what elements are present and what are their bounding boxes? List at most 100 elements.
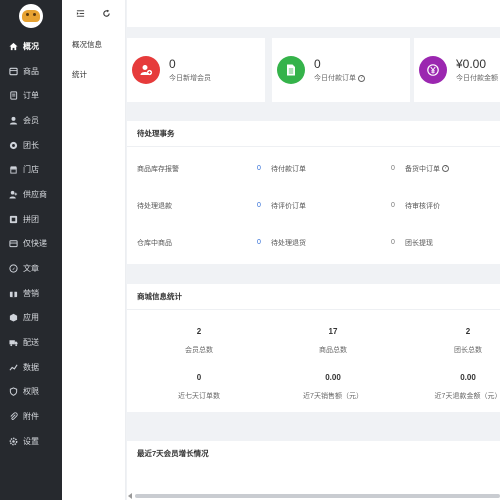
stat-label: 今日付款订单 [314,75,356,82]
stat-value: 0 [169,57,176,71]
pending-label: 备货中订单 [405,165,440,173]
top-bar [127,0,500,27]
attachment-icon [9,412,18,421]
sidebar-item-goods[interactable]: 商品 [0,59,62,84]
sidebar-item-label: 供应商 [23,189,47,199]
groupbuy-icon [9,215,18,224]
marketing-icon [9,289,18,298]
add-user-icon [132,56,160,84]
pending-item-stocking[interactable]: 备货中订单? [405,150,449,187]
order-icon [9,91,18,100]
pending-label[interactable]: 待审核评价 [405,187,440,224]
pending-label[interactable]: 商品库存报警 [137,150,179,187]
pending-label[interactable]: 团长提现 [405,224,433,261]
sidebar-item-delivery[interactable]: 配送 [0,330,62,355]
express-icon [9,239,18,248]
stat-value: 0 [314,57,321,71]
sidebar-nav: 概况 商品 订单 会员 团长 门店 供应商 拼团 仅快递 文章 营销 应用 配送… [0,34,62,454]
sidebar-item-overview[interactable]: 概况 [0,34,62,59]
pending-label[interactable]: 待评价订单 [271,187,306,224]
permission-icon [9,387,18,397]
sidebar-item-groupbuy[interactable]: 拼团 [0,207,62,232]
stat-label: 会员总数 [185,347,213,354]
sidebar-item-permissions[interactable]: 权限 [0,380,62,405]
help-icon[interactable]: ? [442,165,449,172]
stat-value: 2 [196,327,202,336]
sidebar-item-label: 配送 [23,338,39,348]
stat-label: 商品总数 [319,347,347,354]
sidebar-item-label: 文章 [23,264,39,274]
sidebar-item-label: 权限 [23,387,39,397]
pending-count[interactable]: 0 [257,150,261,187]
supplier-icon [9,190,18,199]
summary-cards: 0 今日新增会员 0 今日付款订单? ¥0.00 今日付款金额 [127,38,500,102]
logo-area [0,0,62,32]
sidebar-item-settings[interactable]: 设置 [0,429,62,454]
pending-label[interactable]: 仓库中商品 [137,224,172,261]
stat-label: 近七天订单数 [178,393,220,400]
subnav-statistics[interactable]: 统计 [62,67,125,83]
stat-label: 今日付款金额 [456,75,498,82]
yen-icon [419,56,447,84]
collapse-menu-icon[interactable] [75,9,85,19]
shop-logo[interactable] [19,4,43,28]
sidebar-item-leaders[interactable]: 团长 [0,133,62,158]
stat-value: 0.00 [325,373,341,382]
pending-tasks-panel: 待处理事务 商品库存报警 0 待付款订单 0 备货中订单? 待处理退款 0 待评… [127,121,500,264]
today-paid-orders-card[interactable]: 0 今日付款订单? [272,38,410,102]
stat-7day-orders: 0 近七天订单数 [139,373,259,401]
sidebar-item-marketing[interactable]: 营销 [0,281,62,306]
panel-title: 最近7天会员增长情况 [137,449,209,458]
stat-7day-sales: 0.00 近7天销售额（元） [273,373,393,401]
home-icon [9,42,18,51]
stat-value: ¥0.00 [456,57,487,71]
store-icon [9,165,18,174]
pending-count[interactable]: 0 [391,150,395,187]
stat-value: 0.00 [460,373,476,382]
main-content: 0 今日新增会员 0 今日付款订单? ¥0.00 今日付款金额 待处理事务 商品… [127,0,500,500]
pending-count[interactable]: 0 [391,224,395,261]
sidebar-item-stores[interactable]: 门店 [0,157,62,182]
pending-label[interactable]: 待处理退货 [271,224,306,261]
stat-label: 今日新增会员 [169,75,211,82]
document-icon [277,56,305,84]
sub-sidebar: 概况信息 统计 [62,0,126,500]
main-sidebar: 概况 商品 订单 会员 团长 门店 供应商 拼团 仅快递 文章 营销 应用 配送… [0,0,62,500]
pending-label[interactable]: 待处理退款 [137,187,172,224]
pending-count[interactable]: 0 [257,224,261,261]
today-new-members-card[interactable]: 0 今日新增会员 [127,38,265,102]
stat-7day-refunds: 0.00 近7天退款金额（元） [408,373,500,401]
stat-label: 近7天销售额（元） [303,393,363,400]
sidebar-item-label: 团长 [23,140,39,150]
sidebar-item-label: 营销 [23,288,39,298]
refresh-icon[interactable] [101,9,111,19]
stat-label: 团长总数 [454,347,482,354]
pending-count[interactable]: 0 [257,187,261,224]
data-icon [9,363,18,372]
subnav-overview-info[interactable]: 概况信息 [62,37,125,53]
sidebar-item-data[interactable]: 数据 [0,355,62,380]
app-icon [9,313,18,322]
scroll-left-arrow[interactable] [128,493,132,499]
delivery-icon [9,338,18,347]
sidebar-item-members[interactable]: 会员 [0,108,62,133]
sidebar-item-articles[interactable]: 文章 [0,256,62,281]
sidebar-item-apps[interactable]: 应用 [0,306,62,331]
sidebar-item-label: 概况 [23,41,39,51]
stat-goods-total: 17 商品总数 [273,327,393,355]
help-icon[interactable]: ? [358,74,365,82]
sidebar-item-orders[interactable]: 订单 [0,83,62,108]
horizontal-scrollbar[interactable] [135,494,500,498]
sidebar-item-suppliers[interactable]: 供应商 [0,182,62,207]
sub-toolbar [62,0,125,27]
sidebar-item-express[interactable]: 仅快递 [0,232,62,257]
mall-stats-grid: 2 会员总数 17 商品总数 2 团长总数 0 近七天订单数 0.00 近7天销… [127,310,500,428]
member-growth-panel: 最近7天会员增长情况 [127,441,500,500]
sidebar-item-attachments[interactable]: 附件 [0,404,62,429]
today-paid-amount-card[interactable]: ¥0.00 今日付款金额 [414,38,500,102]
stat-value: 0 [196,373,202,382]
pending-count[interactable]: 0 [391,187,395,224]
sidebar-item-label: 数据 [23,362,39,372]
pending-label[interactable]: 待付款订单 [271,150,306,187]
sidebar-item-label: 应用 [23,313,39,323]
